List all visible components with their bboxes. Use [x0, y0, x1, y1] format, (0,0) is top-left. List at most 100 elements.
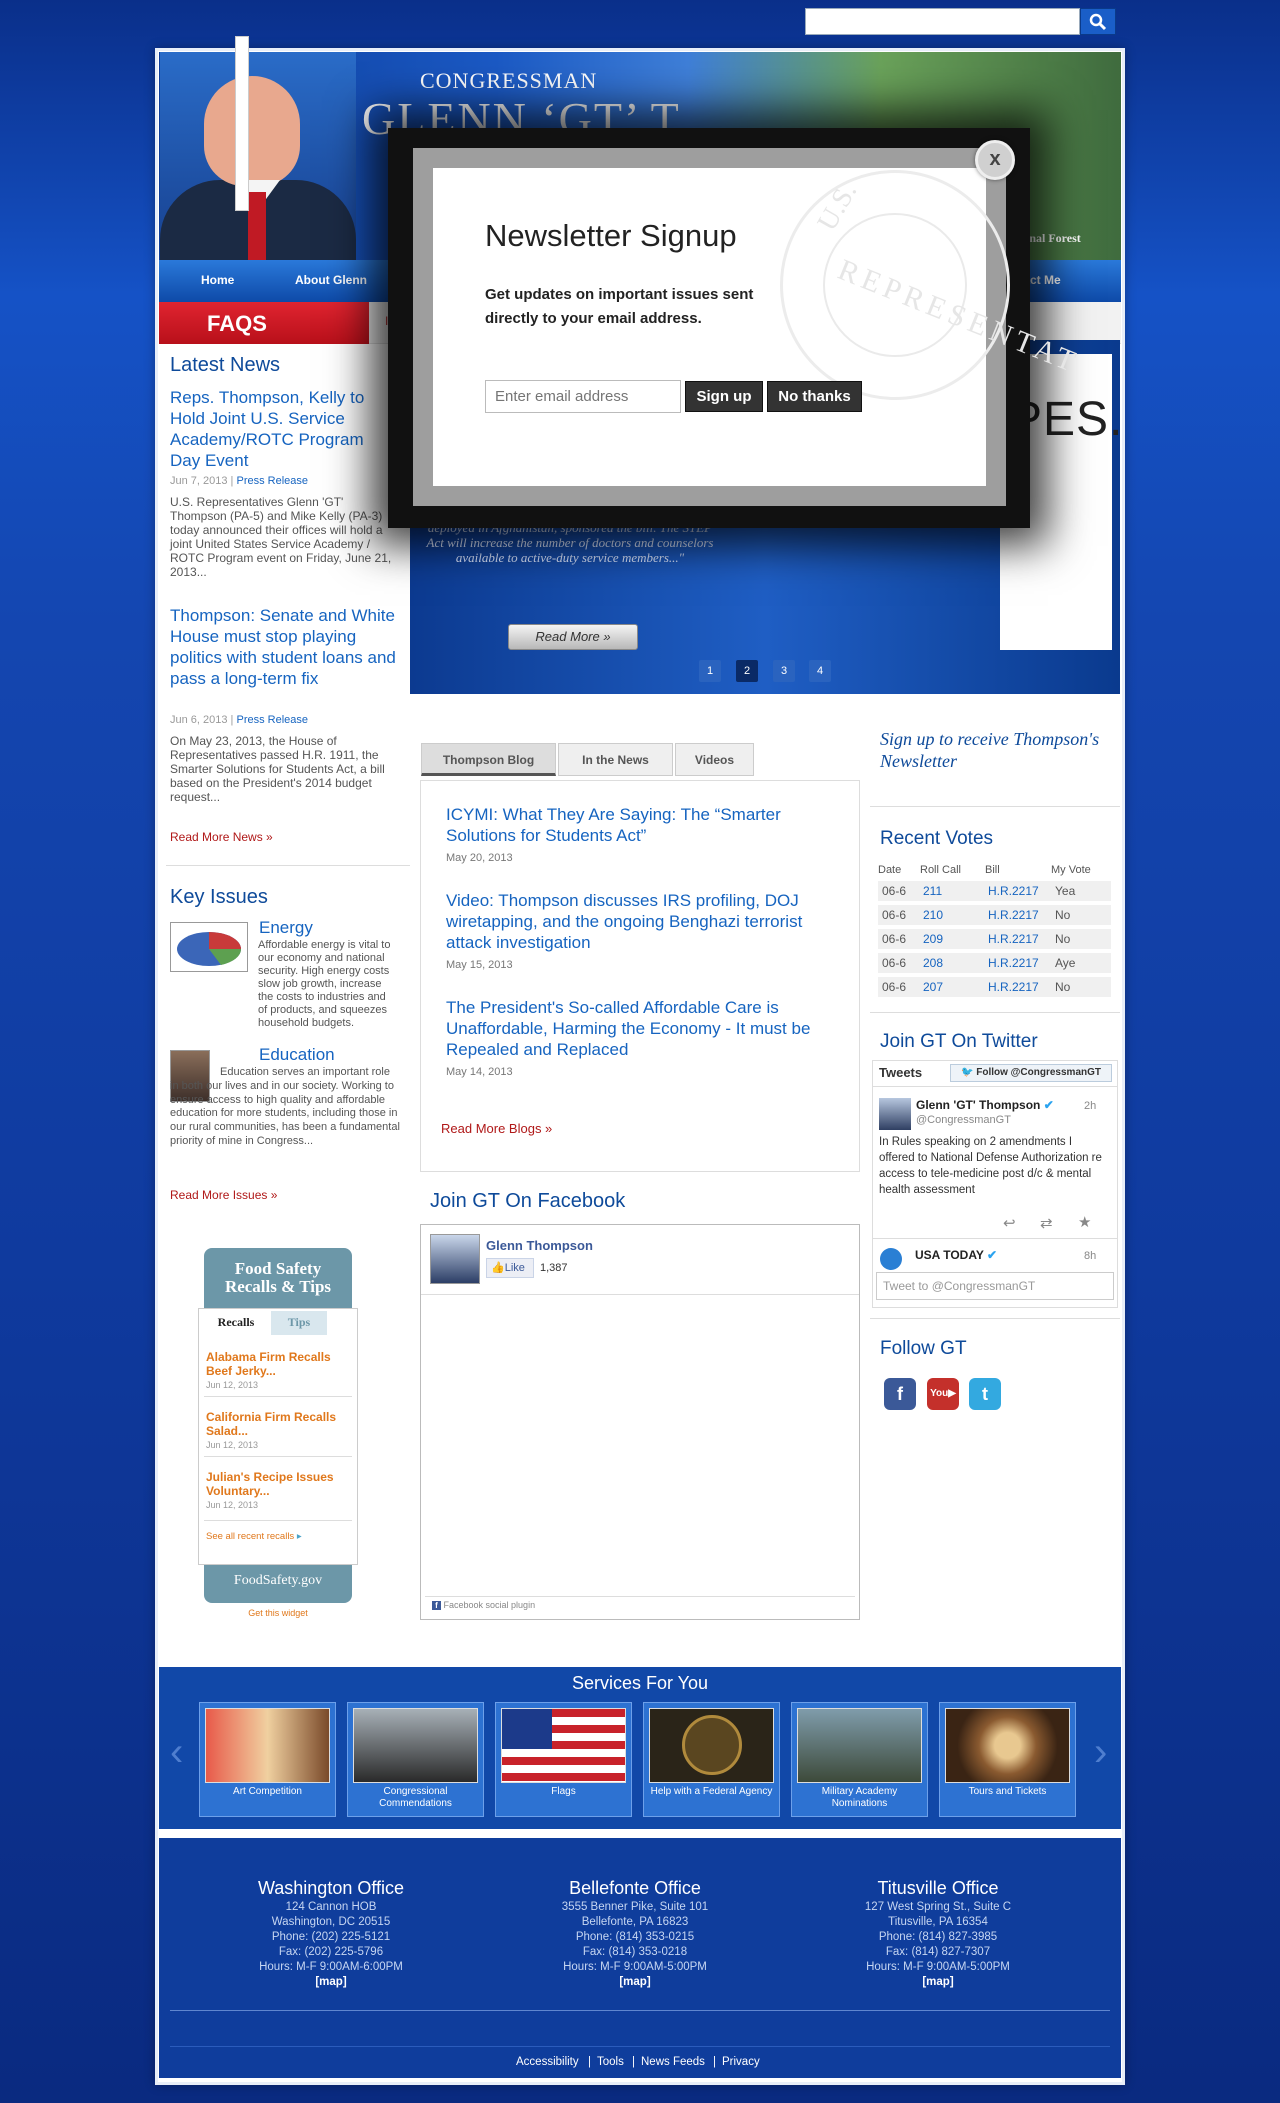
vote-roll-link[interactable]: 209 [923, 932, 943, 946]
facebook-like-button[interactable]: 👍Like [486, 1258, 534, 1278]
vote-roll-link[interactable]: 208 [923, 956, 943, 970]
slider-page-3[interactable]: 3 [773, 660, 795, 682]
vote-bill-link[interactable]: H.R.2217 [988, 956, 1039, 970]
tweet-handle[interactable]: @CongressmanGT [916, 1114, 1011, 1126]
tab-thompson-blog[interactable]: Thompson Blog [421, 743, 556, 776]
recall-link[interactable]: Alabama Firm Recalls Beef Jerky... [206, 1350, 354, 1378]
votes-col-bill: Bill [985, 864, 1000, 876]
office-map-link[interactable]: [map] [315, 1976, 346, 1988]
vote-bill-link[interactable]: H.R.2217 [988, 884, 1039, 898]
footer-link-privacy[interactable]: Privacy [722, 2056, 760, 2068]
service-commendations[interactable]: Congressional Commendations [347, 1702, 484, 1817]
tab-tips[interactable]: Tips [271, 1311, 327, 1335]
divider [421, 1294, 859, 1295]
tweet-time[interactable]: 2h [1084, 1100, 1096, 1112]
signup-button[interactable]: Sign up [685, 381, 763, 412]
blog-item-title[interactable]: Video: Thompson discusses IRS profiling,… [446, 890, 846, 953]
tab-videos[interactable]: Videos [675, 743, 754, 776]
footer-link-tools[interactable]: Tools [597, 2056, 624, 2068]
get-widget-link[interactable]: Get this widget [204, 1608, 352, 1618]
service-flags[interactable]: Flags [495, 1702, 632, 1817]
tweet-author[interactable]: Glenn 'GT' Thompson ✔ [916, 1098, 1054, 1112]
office-map-link[interactable]: [map] [619, 1976, 650, 1988]
issue-energy-link[interactable]: Energy [259, 918, 313, 938]
recall-link[interactable]: Julian's Recipe Issues Voluntary... [206, 1470, 354, 1498]
blog-item-date: May 20, 2013 [446, 852, 513, 864]
vote-roll-link[interactable]: 211 [923, 884, 942, 898]
tab-in-the-news[interactable]: In the News [558, 743, 673, 776]
office-map-link[interactable]: [map] [922, 1976, 953, 1988]
vote-value: No [1055, 908, 1071, 922]
avatar[interactable] [430, 1234, 480, 1284]
avatar[interactable] [880, 1248, 902, 1270]
read-more-issues-link[interactable]: Read More Issues » [170, 1188, 277, 1202]
read-more-news-link[interactable]: Read More News » [170, 830, 273, 844]
votes-col-vote: My Vote [1051, 864, 1091, 876]
modal-description: Get updates on important issues sent dir… [485, 286, 754, 327]
news-item-title[interactable]: Thompson: Senate and White House must st… [170, 605, 398, 689]
search-button[interactable] [1080, 8, 1116, 35]
recall-date: Jun 12, 2013 [206, 1440, 259, 1450]
foodsafety-logo[interactable]: FoodSafety.gov [210, 1573, 346, 1589]
tab-recalls[interactable]: Recalls [201, 1311, 271, 1335]
youtube-icon[interactable]: You▶ [927, 1378, 959, 1410]
divider [204, 1456, 352, 1457]
close-button[interactable]: x [975, 140, 1015, 180]
nav-home[interactable]: Home [201, 273, 234, 287]
footer-link-accessibility[interactable]: Accessibility [516, 2056, 579, 2068]
recall-link[interactable]: California Firm Recalls Salad... [206, 1410, 354, 1438]
reply-icon[interactable]: ↩ [1003, 1214, 1016, 1232]
vote-value: No [1055, 932, 1071, 946]
divider [204, 1520, 352, 1521]
email-field[interactable] [485, 380, 681, 413]
retweet-icon[interactable]: ⇄ [1040, 1214, 1053, 1232]
service-art-competition[interactable]: Art Competition [199, 1702, 336, 1817]
vote-date: 06-6 [882, 980, 907, 994]
vote-bill-link[interactable]: H.R.2217 [988, 908, 1039, 922]
vote-date: 06-6 [882, 956, 907, 970]
facebook-page-name[interactable]: Glenn Thompson [486, 1238, 593, 1253]
footer-link-news-feeds[interactable]: News Feeds [641, 2056, 705, 2068]
news-item-title[interactable]: Reps. Thompson, Kelly to Hold Joint U.S.… [170, 387, 395, 471]
tweet-author[interactable]: USA TODAY ✔ [915, 1248, 997, 1262]
blog-item-title[interactable]: ICYMI: What They Are Saying: The “Smarte… [446, 804, 836, 846]
vote-roll-link[interactable]: 207 [923, 980, 943, 994]
food-safety-title: Food Safety Recalls & Tips [224, 1259, 332, 1296]
news-category-link[interactable]: Press Release [236, 475, 308, 487]
nav-about-glenn[interactable]: About Glenn [295, 273, 367, 287]
see-all-recalls-link[interactable]: See all recent recalls ▸ [206, 1531, 302, 1542]
facebook-icon[interactable]: f [884, 1378, 916, 1410]
vote-bill-link[interactable]: H.R.2217 [988, 932, 1039, 946]
service-federal-agency[interactable]: Help with a Federal Agency [643, 1702, 780, 1817]
tweet-to-input[interactable]: Tweet to @CongressmanGT [876, 1272, 1114, 1300]
no-thanks-button[interactable]: No thanks [767, 381, 862, 412]
vote-roll-link[interactable]: 210 [923, 908, 943, 922]
slider-page-1[interactable]: 1 [699, 660, 721, 682]
chevron-right-icon[interactable]: › [1094, 1730, 1107, 1775]
scroll-handle[interactable] [235, 36, 249, 211]
twitter-follow-button[interactable]: 🐦 Follow @CongressmanGT [950, 1064, 1112, 1082]
slider-page-4[interactable]: 4 [809, 660, 831, 682]
search-input[interactable] [805, 8, 1080, 35]
faqs-button[interactable]: FAQS [159, 302, 369, 344]
service-military-academy[interactable]: Military Academy Nominations [791, 1702, 928, 1817]
service-tours[interactable]: Tours and Tickets [939, 1702, 1076, 1817]
capitol-dome-image [945, 1708, 1070, 1783]
twitter-icon[interactable]: t [969, 1378, 1001, 1410]
services-heading: Services For You [571, 1673, 709, 1693]
verified-icon: ✔ [1043, 1098, 1054, 1112]
news-category-link[interactable]: Press Release [236, 714, 308, 726]
header-title-small: CONGRESSMAN [420, 68, 598, 93]
slider-page-2[interactable]: 2 [736, 660, 758, 682]
tweet-time[interactable]: 8h [1084, 1250, 1096, 1262]
chevron-left-icon[interactable]: ‹ [170, 1730, 183, 1775]
newsletter-signup-link[interactable]: Sign up to receive Thompson's Newsletter [880, 728, 1100, 772]
divider [204, 1396, 352, 1397]
favorite-icon[interactable]: ★ [1078, 1213, 1091, 1231]
blog-item-title[interactable]: The President's So-called Affordable Car… [446, 997, 846, 1060]
slide-read-more-button[interactable]: Read More » [508, 624, 638, 650]
issue-education-link[interactable]: Education [259, 1045, 335, 1065]
avatar[interactable] [879, 1098, 911, 1130]
read-more-blogs-link[interactable]: Read More Blogs » [441, 1121, 552, 1136]
vote-bill-link[interactable]: H.R.2217 [988, 980, 1039, 994]
